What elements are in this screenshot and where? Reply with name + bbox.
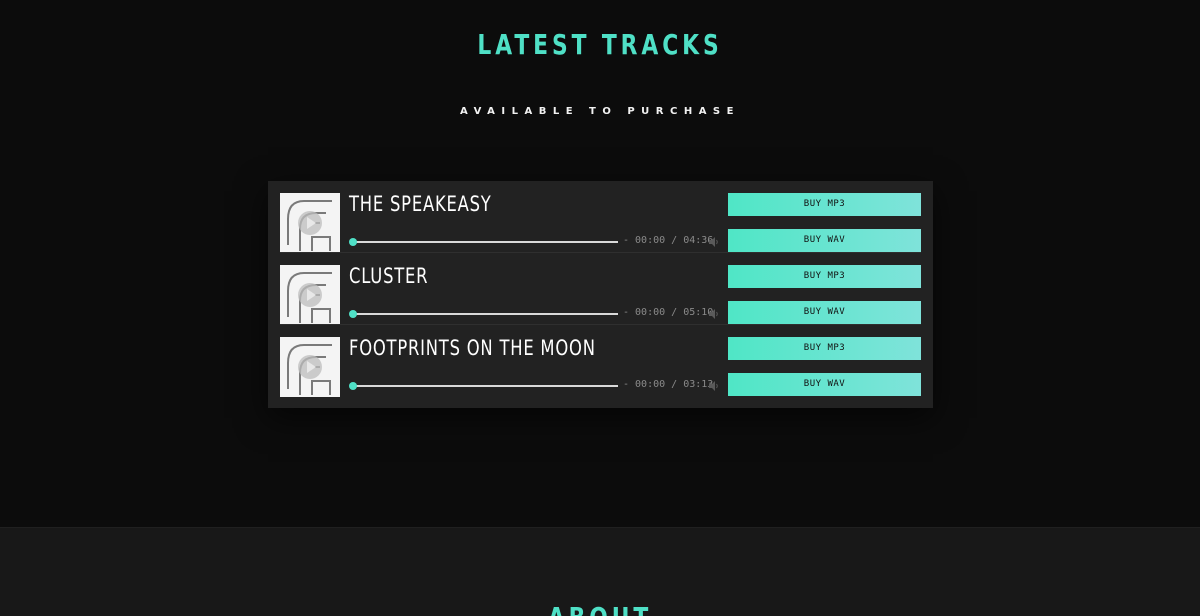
buy-mp3-button[interactable]: BUY MP3 xyxy=(728,265,921,288)
latest-tracks-subtitle: AVAILABLE TO PURCHASE xyxy=(460,106,740,117)
track-artwork[interactable] xyxy=(280,265,340,325)
progress-bar[interactable] xyxy=(353,385,618,387)
track-row: CLUSTER - 00:00 / 05:10 BUY MP3 BUY WAV xyxy=(268,253,933,325)
about-section: ABOUT xyxy=(0,527,1200,616)
logo-artwork-icon xyxy=(280,193,340,253)
progress-handle[interactable] xyxy=(349,310,357,318)
track-time: - 00:00 / 03:13 xyxy=(623,379,714,390)
buy-wav-button[interactable]: BUY WAV xyxy=(728,229,921,252)
logo-artwork-icon xyxy=(280,265,340,325)
track-title: CLUSTER xyxy=(349,264,429,288)
volume-icon[interactable] xyxy=(708,380,720,392)
buy-wav-button[interactable]: BUY WAV xyxy=(728,373,921,396)
buy-wav-button[interactable]: BUY WAV xyxy=(728,301,921,324)
volume-icon[interactable] xyxy=(708,308,720,320)
track-title: FOOTPRINTS ON THE MOON xyxy=(349,336,596,360)
track-artwork[interactable] xyxy=(280,337,340,397)
progress-handle[interactable] xyxy=(349,382,357,390)
progress-handle[interactable] xyxy=(349,238,357,246)
track-artwork[interactable] xyxy=(280,193,340,253)
volume-icon[interactable] xyxy=(708,236,720,248)
track-row: THE SPEAKEASY - 00:00 / 04:36 BUY MP3 BU… xyxy=(268,181,933,253)
latest-tracks-title: LATEST TRACKS xyxy=(477,28,723,61)
progress-bar[interactable] xyxy=(353,313,618,315)
page: LATEST TRACKS AVAILABLE TO PURCHASE THE … xyxy=(0,0,1200,616)
logo-artwork-icon xyxy=(280,337,340,397)
track-title: THE SPEAKEASY xyxy=(349,192,492,216)
track-time: - 00:00 / 04:36 xyxy=(623,235,714,246)
latest-tracks-section: LATEST TRACKS AVAILABLE TO PURCHASE THE … xyxy=(0,0,1200,527)
buy-mp3-button[interactable]: BUY MP3 xyxy=(728,337,921,360)
about-title: ABOUT xyxy=(132,601,1068,616)
track-player: THE SPEAKEASY - 00:00 / 04:36 BUY MP3 BU… xyxy=(268,181,933,408)
buy-mp3-button[interactable]: BUY MP3 xyxy=(728,193,921,216)
track-row: FOOTPRINTS ON THE MOON - 00:00 / 03:13 B… xyxy=(268,325,933,397)
track-time: - 00:00 / 05:10 xyxy=(623,307,714,318)
progress-bar[interactable] xyxy=(353,241,618,243)
